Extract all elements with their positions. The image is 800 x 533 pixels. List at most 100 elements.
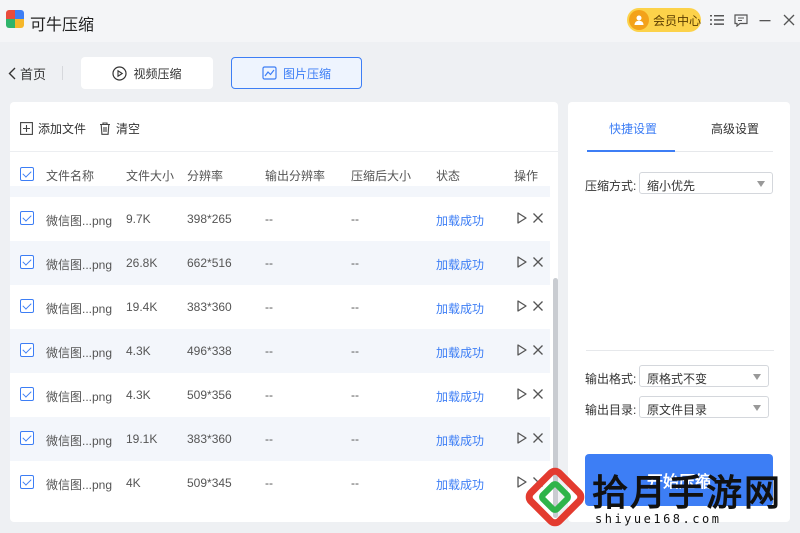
- cell-output-resolution: --: [265, 212, 273, 226]
- compress-mode-select[interactable]: 缩小优先: [639, 172, 773, 194]
- output-format-select[interactable]: 原格式不变: [639, 365, 769, 387]
- cell-status[interactable]: 加载成功: [436, 300, 484, 317]
- table-body: 微信图...png14.2K662*516加载成功微信图...png 9.7K 39…: [10, 186, 550, 522]
- dropdown-arrow-icon: [753, 374, 761, 380]
- output-dir-select[interactable]: 原文件目录: [639, 396, 769, 418]
- table-row[interactable]: 微信图...png 9.7K 398*265 -- -- 加载成功: [10, 197, 550, 241]
- cell-size: 26.8K: [126, 256, 158, 270]
- row-checkbox[interactable]: [20, 431, 34, 445]
- scrollbar[interactable]: [553, 278, 558, 518]
- row-checkbox[interactable]: [20, 343, 34, 357]
- vip-center-button[interactable]: 会员中心: [627, 8, 701, 32]
- cell-compressed-size: --: [351, 212, 359, 226]
- cell-resolution: 383*360: [187, 300, 232, 314]
- table-row[interactable]: 微信图...png 4.3K 496*338 -- -- 加载成功: [10, 329, 550, 373]
- tab-video-compress[interactable]: 视频压缩: [81, 57, 213, 89]
- tab-video-label: 视频压缩: [133, 66, 182, 81]
- cell-resolution: 662*516: [187, 256, 232, 270]
- start-compress-button[interactable]: 开始压缩: [585, 454, 773, 506]
- cell-status[interactable]: 加载成功: [436, 432, 484, 449]
- table-row[interactable]: 微信图...png 26.8K 662*516 -- -- 加载成功: [10, 241, 550, 285]
- play-icon[interactable]: [514, 343, 528, 357]
- row-checkbox[interactable]: [20, 475, 34, 489]
- row-checkbox[interactable]: [20, 299, 34, 313]
- tab-advanced-settings[interactable]: 高级设置: [711, 120, 759, 137]
- remove-icon[interactable]: [531, 431, 545, 445]
- cell-name: 微信图...png: [46, 390, 113, 404]
- plus-square-icon: [20, 122, 33, 135]
- play-icon[interactable]: [514, 475, 528, 489]
- active-tab-indicator: [587, 150, 675, 152]
- tab-quick-settings[interactable]: 快捷设置: [609, 120, 657, 137]
- play-circle-icon: [112, 65, 128, 81]
- back-home-button[interactable]: 首页: [8, 62, 46, 84]
- play-icon[interactable]: [514, 431, 528, 445]
- cell-size: 4.3K: [126, 388, 151, 402]
- output-dir-label: 输出目录:: [585, 403, 637, 417]
- dropdown-arrow-icon: [757, 181, 765, 187]
- row-checkbox[interactable]: [20, 387, 34, 401]
- compress-mode-label: 压缩方式:: [585, 179, 637, 193]
- row-checkbox[interactable]: [20, 211, 34, 225]
- cell-output-resolution: --: [265, 300, 273, 314]
- col-size: 文件大小: [126, 169, 175, 183]
- cell-status[interactable]: 加载成功: [436, 388, 484, 405]
- app-title: 可牛压缩: [30, 15, 95, 34]
- image-chart-icon: [262, 66, 277, 80]
- title-bar: 可牛压缩 会员中心: [0, 0, 800, 42]
- add-file-button[interactable]: 添加文件: [20, 120, 86, 137]
- col-output-resolution: 输出分辨率: [265, 169, 326, 183]
- table-row[interactable]: 微信图...png 4K 509*345 -- -- 加载成功: [10, 461, 550, 505]
- col-status: 状态: [436, 169, 461, 183]
- cell-status[interactable]: 加载成功: [436, 212, 484, 229]
- minimize-icon[interactable]: [756, 11, 774, 29]
- remove-icon[interactable]: [531, 475, 545, 489]
- remove-icon[interactable]: [531, 299, 545, 313]
- play-icon[interactable]: [514, 255, 528, 269]
- row-checkbox[interactable]: [20, 255, 34, 269]
- play-icon[interactable]: [514, 211, 528, 225]
- cell-size: 4.3K: [126, 344, 151, 358]
- nav-divider: [62, 66, 63, 80]
- table-row[interactable]: 微信图...png14.2K662*516加载成功: [10, 186, 550, 197]
- remove-icon[interactable]: [531, 343, 545, 357]
- play-icon[interactable]: [514, 299, 528, 313]
- cell-size: 19.1K: [126, 432, 158, 446]
- cell-size: 19.4K: [126, 300, 158, 314]
- tab-image-label: 图片压缩: [282, 66, 331, 81]
- chevron-left-icon: [8, 67, 16, 79]
- tab-image-compress[interactable]: 图片压缩: [231, 57, 362, 89]
- file-toolbar: 添加文件 清空: [10, 102, 558, 152]
- table-row[interactable]: 微信图...png 19.1K 383*360 -- -- 加载成功: [10, 417, 550, 461]
- table-row[interactable]: 微信图...png 19.4K 383*360 -- -- 加载成功: [10, 285, 550, 329]
- col-compressed-size: 压缩后大小: [351, 169, 412, 183]
- remove-icon[interactable]: [531, 211, 545, 225]
- table-row[interactable]: 微信图...png 4.3K 509*356 -- -- 加载成功: [10, 373, 550, 417]
- select-all-checkbox[interactable]: [20, 167, 34, 181]
- col-name: 文件名称: [46, 169, 95, 183]
- cell-size: 4K: [126, 476, 141, 490]
- cell-status[interactable]: 加载成功: [436, 476, 484, 493]
- close-window-icon[interactable]: [780, 11, 798, 29]
- cell-name: 微信图...png: [46, 434, 113, 448]
- settings-divider: [586, 350, 774, 351]
- cell-output-resolution: --: [265, 388, 273, 402]
- clear-button[interactable]: 清空: [99, 120, 140, 137]
- list-menu-icon[interactable]: [708, 11, 726, 29]
- cell-status[interactable]: 加载成功: [436, 256, 484, 273]
- cell-resolution: 509*356: [187, 388, 232, 402]
- cell-compressed-size: --: [351, 256, 359, 270]
- dropdown-arrow-icon: [753, 405, 761, 411]
- settings-panel: 快捷设置 高级设置 压缩方式: 缩小优先 输出格式: 原格式不变 输出目录: 原…: [568, 102, 790, 522]
- output-format-value: 原格式不变: [647, 372, 708, 386]
- cell-status[interactable]: 加载成功: [436, 344, 484, 361]
- cell-resolution: 496*338: [187, 344, 232, 358]
- feedback-icon[interactable]: [732, 11, 750, 29]
- app-logo-icon: [6, 10, 24, 28]
- play-icon[interactable]: [514, 387, 528, 401]
- cell-compressed-size: --: [351, 476, 359, 490]
- cell-name: 微信图...png: [46, 302, 113, 316]
- remove-icon[interactable]: [531, 387, 545, 401]
- remove-icon[interactable]: [531, 255, 545, 269]
- trash-icon: [100, 122, 110, 135]
